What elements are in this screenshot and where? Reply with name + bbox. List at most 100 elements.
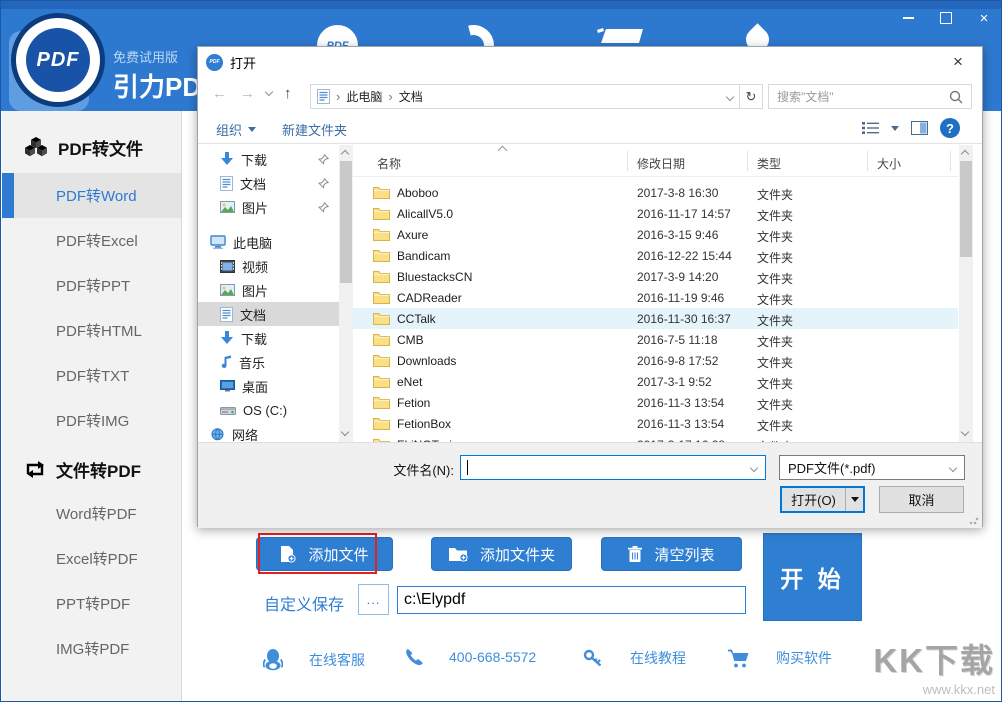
file-row-eNet[interactable]: eNet2017-3-1 9:52文件夹: [353, 371, 958, 392]
column-size[interactable]: 大小: [877, 155, 901, 172]
tree-item-图片[interactable]: 图片: [198, 195, 339, 219]
help-button[interactable]: ?: [940, 118, 960, 138]
close-button[interactable]: ×: [975, 9, 993, 27]
tree-item-下载[interactable]: 下载: [198, 147, 339, 171]
custom-save-label[interactable]: 自定义保存: [264, 591, 344, 615]
maximize-button[interactable]: [937, 9, 955, 27]
network-icon: [210, 428, 225, 441]
watermark-title: KK下载: [873, 634, 995, 682]
tree-item-桌面[interactable]: 桌面: [198, 374, 339, 398]
scroll-down-icon[interactable]: [962, 429, 970, 437]
sidebar-item-PDF转IMG[interactable]: PDF转IMG: [2, 398, 181, 443]
file-row-CADReader[interactable]: CADReader2016-11-19 9:46文件夹: [353, 287, 958, 308]
breadcrumb-separator-icon: ›: [388, 89, 392, 104]
file-row-CMB[interactable]: CMB2016-7-5 11:18文件夹: [353, 329, 958, 350]
forward-icon[interactable]: →: [240, 85, 255, 102]
column-date[interactable]: 修改日期: [637, 155, 685, 172]
file-row-Bandicam[interactable]: Bandicam2016-12-22 15:44文件夹: [353, 245, 958, 266]
dialog-close-button[interactable]: ×: [944, 51, 972, 73]
view-buttons: ?: [862, 118, 960, 138]
refresh-button[interactable]: ↻: [740, 84, 763, 109]
tree-scrollbar-thumb[interactable]: [340, 161, 352, 283]
link-购买软件[interactable]: 购买软件: [727, 648, 832, 668]
start-button[interactable]: 开 始: [763, 533, 862, 621]
view-dropdown-icon[interactable]: [891, 126, 899, 131]
add-folder-button[interactable]: 添加文件夹: [431, 537, 572, 571]
music-icon: [220, 355, 232, 369]
column-name[interactable]: 名称: [377, 155, 401, 172]
file-row-AlicallV5.0[interactable]: AlicallV5.02016-11-17 14:57文件夹: [353, 203, 958, 224]
file-row-Fetion[interactable]: Fetion2016-11-3 13:54文件夹: [353, 392, 958, 413]
tree-item-音乐[interactable]: 音乐: [198, 350, 339, 374]
clear-list-button[interactable]: 清空列表: [601, 537, 742, 571]
sidebar-item-PPT转PDF[interactable]: PPT转PDF: [2, 581, 181, 626]
save-path-input[interactable]: c:\Elypdf: [397, 586, 746, 614]
add-file-button[interactable]: 添加文件: [256, 537, 393, 571]
file-row-Aboboo[interactable]: Aboboo2017-3-8 16:30文件夹: [353, 182, 958, 203]
tree-item-label: 文档: [240, 174, 266, 193]
file-row-CCTalk[interactable]: CCTalk2016-11-30 16:37文件夹: [353, 308, 958, 329]
sidebar-item-PDF转Word[interactable]: PDF转Word: [2, 173, 181, 218]
dialog-pdf-icon: PDF: [206, 54, 223, 71]
up-icon[interactable]: ↑: [284, 85, 292, 102]
history-chevron-icon[interactable]: [265, 88, 273, 96]
breadcrumb-item-此电脑[interactable]: 此电脑: [346, 88, 382, 105]
file-row-Axure[interactable]: Axure2016-3-15 9:46文件夹: [353, 224, 958, 245]
scroll-up-icon[interactable]: [342, 148, 350, 156]
file-row-Downloads[interactable]: Downloads2016-9-8 17:52文件夹: [353, 350, 958, 371]
open-split-arrow-icon[interactable]: [846, 497, 863, 502]
sidebar-item-PDF转Excel[interactable]: PDF转Excel: [2, 218, 181, 263]
list-view-icon[interactable]: [862, 121, 879, 135]
scroll-down-icon[interactable]: [342, 429, 350, 437]
link-在线教程[interactable]: 在线教程: [583, 648, 686, 668]
tree-scrollbar[interactable]: [339, 145, 353, 442]
address-bar[interactable]: › 此电脑 › 文档: [310, 84, 740, 109]
phone-icon: [405, 648, 423, 666]
tree-item-网络[interactable]: 网络: [198, 422, 339, 442]
tree-item-此电脑[interactable]: 此电脑: [198, 230, 339, 254]
sidebar-item-PDF转HTML[interactable]: PDF转HTML: [2, 308, 181, 353]
app-logo: PDF: [11, 13, 105, 107]
filetype-select[interactable]: PDF文件(*.pdf): [779, 455, 965, 480]
file-scrollbar-thumb[interactable]: [960, 161, 972, 257]
new-folder-button[interactable]: 新建文件夹: [282, 120, 347, 139]
open-dialog: PDF 打开 × ← → ↑ ›此电脑›文档 ↻ 搜索"文档" 组织 新建文件夹: [197, 46, 983, 527]
search-box[interactable]: 搜索"文档": [768, 84, 972, 109]
link-400-668-5572[interactable]: 400-668-5572: [405, 648, 536, 666]
tree-item-文档[interactable]: 文档: [198, 302, 339, 326]
file-row-FLiNGTrainer[interactable]: FLiNGTrainer2017-3-17 16:28文件夹: [353, 434, 958, 442]
tree-item-OS (C:)[interactable]: OS (C:): [198, 398, 339, 422]
file-row-FetionBox[interactable]: FetionBox2016-11-3 13:54文件夹: [353, 413, 958, 434]
open-button[interactable]: 打开(O): [780, 486, 865, 513]
filename-input[interactable]: [460, 455, 766, 480]
file-list: 名称 修改日期 类型 大小 Aboboo2017-3-8 16:30文件夹Ali…: [353, 145, 958, 442]
breadcrumb-separator-icon: ›: [336, 89, 340, 104]
sidebar-item-Word转PDF[interactable]: Word转PDF: [2, 491, 181, 536]
breadcrumb-item-文档[interactable]: 文档: [399, 88, 423, 105]
minimize-button[interactable]: [899, 9, 917, 27]
link-在线客服[interactable]: 在线客服: [263, 648, 365, 671]
cancel-button[interactable]: 取消: [879, 486, 964, 513]
file-type: 文件夹: [757, 207, 793, 224]
scroll-up-icon[interactable]: [962, 148, 970, 156]
tree-item-视频[interactable]: 视频: [198, 254, 339, 278]
tree-item-文档[interactable]: 文档: [198, 171, 339, 195]
column-type[interactable]: 类型: [757, 155, 781, 172]
browse-button[interactable]: ...: [358, 584, 389, 615]
resize-grip[interactable]: [969, 515, 979, 525]
back-icon[interactable]: ←: [212, 85, 227, 102]
file-name: AlicallV5.0: [397, 207, 622, 221]
filename-dropdown-icon[interactable]: [750, 463, 758, 471]
preview-pane-icon[interactable]: [911, 121, 928, 135]
file-row-BluestacksCN[interactable]: BluestacksCN2017-3-9 14:20文件夹: [353, 266, 958, 287]
sidebar-item-PDF转TXT[interactable]: PDF转TXT: [2, 353, 181, 398]
file-scrollbar[interactable]: [959, 145, 973, 442]
organize-button[interactable]: 组织: [216, 120, 256, 139]
address-dropdown-icon[interactable]: [726, 92, 734, 100]
sidebar-item-PDF转PPT[interactable]: PDF转PPT: [2, 263, 181, 308]
video-icon: [220, 260, 235, 273]
pin-icon: [318, 201, 329, 216]
tree-item-下载[interactable]: 下载: [198, 326, 339, 350]
sidebar-item-Excel转PDF[interactable]: Excel转PDF: [2, 536, 181, 581]
tree-item-图片[interactable]: 图片: [198, 278, 339, 302]
